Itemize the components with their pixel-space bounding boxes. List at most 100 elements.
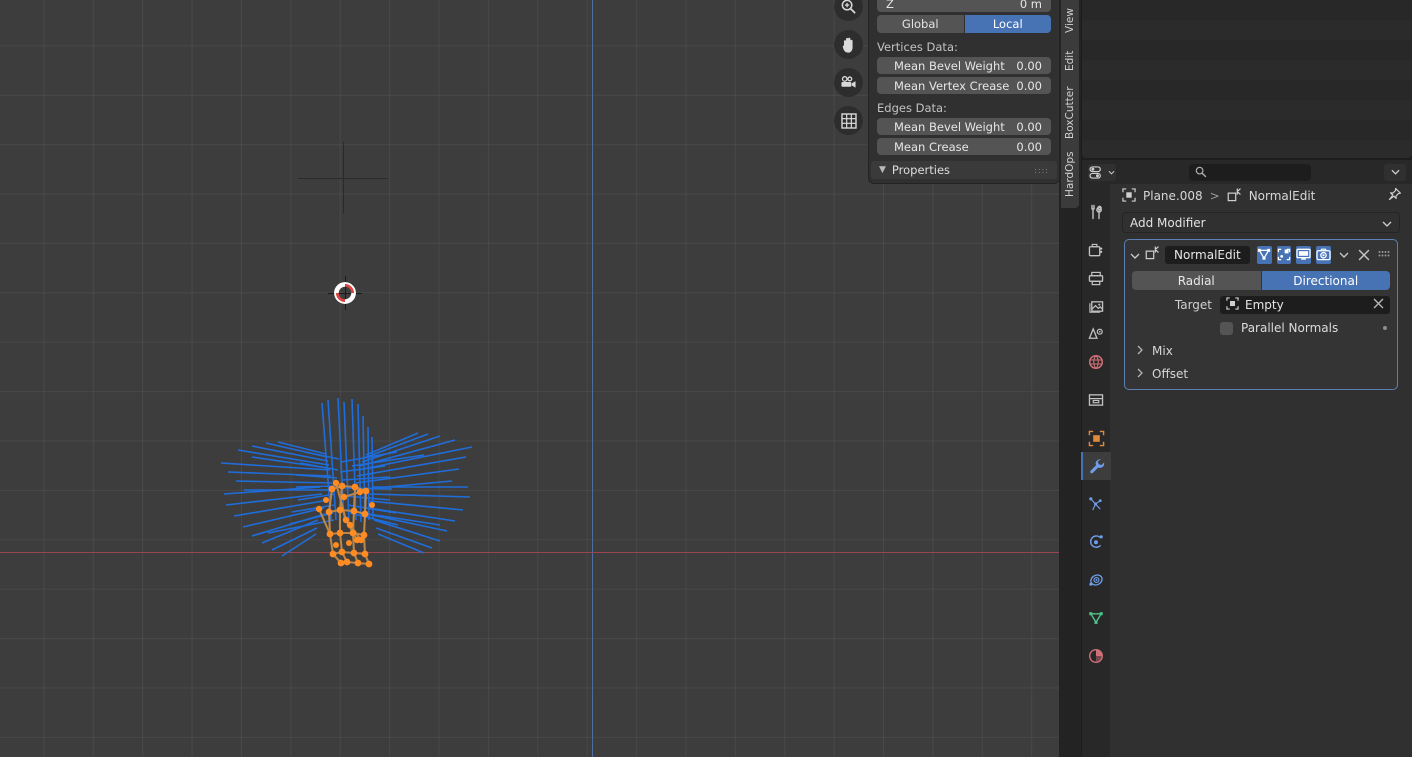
edge-mean-crease-label: Mean Crease	[894, 139, 969, 154]
outliner-row	[1082, 20, 1412, 40]
pin-icon[interactable]	[1387, 187, 1402, 205]
breadcrumb-modifier-name[interactable]: NormalEdit	[1249, 189, 1316, 203]
properties-section-title: Properties	[891, 163, 951, 177]
properties-tab-world[interactable]	[1082, 348, 1110, 376]
outliner-row	[1082, 40, 1412, 60]
add-modifier-button[interactable]: Add Modifier	[1122, 212, 1400, 233]
chevron-right-icon	[1137, 345, 1143, 358]
properties-tab-render[interactable]	[1082, 236, 1110, 264]
zoom-in-icon[interactable]	[834, 0, 863, 21]
subpanel-mix-label: Mix	[1152, 344, 1173, 358]
modifier-panel-normaledit[interactable]: NormalEdit Radial Directional Target Emp…	[1124, 239, 1398, 390]
cursor-ring	[334, 282, 356, 304]
outliner-row	[1082, 100, 1412, 120]
properties-tab-strip[interactable]	[1081, 184, 1111, 757]
edge-mean-crease-row[interactable]: Mean Crease 0.00	[877, 138, 1051, 155]
viewport-gizmo-buttons[interactable]	[834, 0, 863, 135]
modifier-toggle-render-camera-icon[interactable]	[1316, 245, 1332, 264]
mode-directional-button[interactable]: Directional	[1261, 271, 1390, 290]
parallel-normals-label: Parallel Normals	[1241, 321, 1339, 335]
normal-edit-modifier-icon	[1227, 187, 1242, 205]
subpanel-offset[interactable]: Offset	[1137, 367, 1390, 381]
grid-ortho-icon[interactable]	[834, 106, 863, 135]
object-icon	[1122, 187, 1136, 205]
breadcrumb-separator: >	[1209, 189, 1220, 203]
properties-tab-output[interactable]	[1082, 264, 1110, 292]
properties-tab-material[interactable]	[1082, 642, 1110, 670]
properties-body: Plane.008 > NormalEdit Add Modifier Norm…	[1110, 184, 1412, 757]
outliner-row	[1082, 120, 1412, 140]
search-icon	[1195, 166, 1207, 178]
outliner-editor[interactable]	[1082, 0, 1412, 158]
animate-dot-icon[interactable]	[1383, 326, 1387, 330]
target-clear-x-icon[interactable]	[1373, 298, 1384, 312]
properties-header[interactable]	[1082, 160, 1412, 184]
add-modifier-label: Add Modifier	[1130, 215, 1206, 230]
chevron-down-icon: ▼	[879, 165, 886, 175]
parallel-normals-checkbox[interactable]	[1220, 321, 1233, 335]
target-object-field[interactable]: Empty	[1220, 296, 1390, 314]
outliner-row	[1082, 0, 1412, 20]
breadcrumb-object-name[interactable]: Plane.008	[1143, 189, 1203, 203]
modifier-name-field[interactable]: NormalEdit	[1165, 245, 1250, 264]
orientation-toggle[interactable]: Global Local	[877, 15, 1051, 33]
properties-tab-particles[interactable]	[1082, 490, 1110, 518]
modifier-mode-toggle[interactable]: Radial Directional	[1132, 271, 1390, 290]
modifier-target-row[interactable]: Target Empty	[1132, 296, 1390, 314]
properties-tab-physics[interactable]	[1082, 528, 1110, 556]
vertices-data-title: Vertices Data:	[877, 40, 958, 54]
properties-tab-view-layer[interactable]	[1082, 292, 1110, 320]
breadcrumb[interactable]: Plane.008 > NormalEdit	[1110, 184, 1412, 208]
sidebar-tab-hardops[interactable]: HardOps	[1061, 140, 1079, 208]
vertex-mean-bevel-weight-value: 0.00	[1016, 58, 1042, 73]
properties-tab-collection[interactable]	[1082, 386, 1110, 414]
vertex-mean-crease-value: 0.00	[1016, 78, 1042, 93]
outliner-row	[1082, 80, 1412, 100]
subpanel-offset-label: Offset	[1152, 367, 1189, 381]
n-panel-sidebar[interactable]: Z 0 m Global Local Vertices Data: Mean B…	[869, 0, 1059, 183]
modifier-toggle-realtime-monitor-icon[interactable]	[1296, 245, 1312, 264]
properties-tab-tool[interactable]	[1082, 198, 1110, 226]
hand-pan-icon[interactable]	[834, 30, 863, 59]
search-input[interactable]	[1189, 163, 1311, 181]
transform-z-field[interactable]: Z 0 m	[877, 0, 1051, 12]
modifier-close-x-icon[interactable]	[1356, 246, 1371, 264]
properties-tab-scene[interactable]	[1082, 320, 1110, 348]
modifier-extras-chevron-down-icon[interactable]	[1336, 246, 1351, 264]
3d-viewport[interactable]: Z 0 m Global Local Vertices Data: Mean B…	[0, 0, 1059, 757]
editor-type-properties-icon[interactable]	[1088, 163, 1116, 181]
modifier-expand-chevron-down-icon[interactable]	[1130, 248, 1140, 262]
z-label: Z	[886, 0, 894, 11]
parallel-normals-row[interactable]: Parallel Normals	[1132, 321, 1390, 335]
camera-icon[interactable]	[834, 68, 863, 97]
vertex-mean-crease-row[interactable]: Mean Vertex Crease 0.00	[877, 77, 1051, 94]
properties-tab-modifiers[interactable]	[1081, 452, 1111, 480]
edge-mean-bevel-weight-row[interactable]: Mean Bevel Weight 0.00	[877, 118, 1051, 135]
filter-dropdown-button[interactable]	[1384, 163, 1406, 181]
properties-section-header[interactable]: ▼ Properties ::::	[871, 161, 1057, 179]
crosshair-horizontal	[298, 178, 388, 179]
modifier-toggle-edit-mode-vertex-triangle-icon[interactable]	[1256, 245, 1272, 264]
target-object-name: Empty	[1245, 298, 1284, 312]
orientation-global-button[interactable]: Global	[877, 15, 964, 33]
orientation-local-button[interactable]: Local	[964, 15, 1051, 33]
viewport-sidebar-tabs[interactable]: View Edit BoxCutter HardOps	[1059, 0, 1081, 757]
modifier-toggle-on-cage-icon[interactable]	[1276, 245, 1292, 264]
properties-editor[interactable]: Plane.008 > NormalEdit Add Modifier Norm…	[1081, 160, 1412, 757]
edge-mean-crease-value: 0.00	[1016, 139, 1042, 154]
vertex-mean-crease-label: Mean Vertex Crease	[894, 78, 1010, 93]
properties-tab-constraints[interactable]	[1082, 566, 1110, 594]
drag-dots-icon[interactable]: ::::	[1034, 166, 1049, 175]
mode-radial-button[interactable]: Radial	[1132, 271, 1261, 290]
normal-edit-modifier-icon	[1145, 246, 1160, 263]
vertex-mean-bevel-weight-row[interactable]: Mean Bevel Weight 0.00	[877, 57, 1051, 74]
properties-tab-object[interactable]	[1082, 424, 1110, 452]
z-value: 0 m	[1019, 0, 1042, 11]
modifier-drag-dots-icon[interactable]	[1376, 246, 1391, 264]
edge-mean-bevel-weight-value: 0.00	[1016, 119, 1042, 134]
modifier-header[interactable]: NormalEdit	[1125, 245, 1397, 264]
properties-tab-object-data[interactable]	[1082, 604, 1110, 632]
subpanel-mix[interactable]: Mix	[1137, 344, 1390, 358]
object-icon	[1226, 297, 1239, 313]
outliner-row	[1082, 140, 1412, 158]
